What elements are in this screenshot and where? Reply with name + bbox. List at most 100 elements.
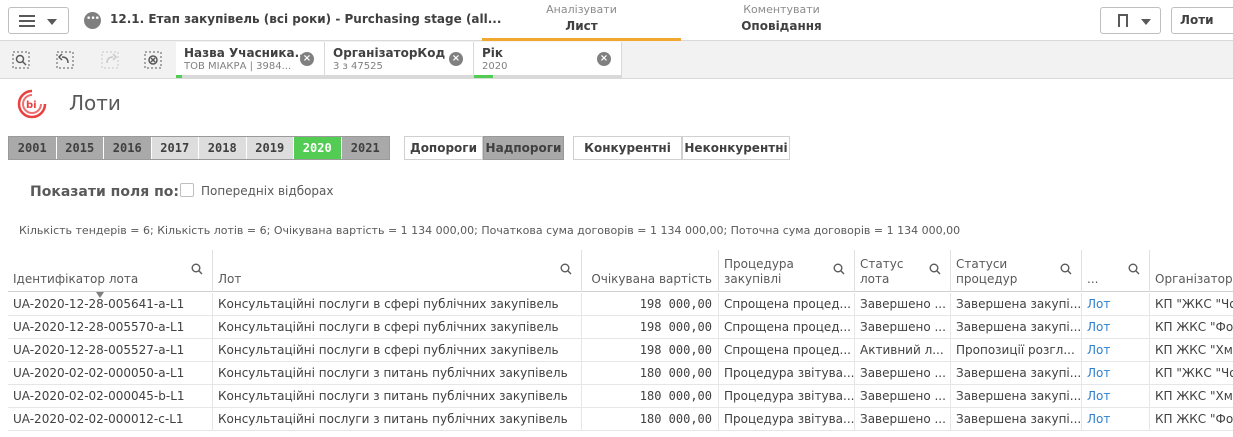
cell-procedure: Спрощена процед... — [719, 316, 855, 339]
cell-procedure-status: Завершена закупі... — [951, 408, 1082, 431]
table-row[interactable]: UA-2020-02-02-000050-a-L1 Консультаційні … — [8, 362, 1233, 385]
year-button[interactable]: 2018 — [199, 137, 247, 159]
cell-lot-id: UA-2020-02-02-000045-b-L1 — [8, 385, 213, 408]
cell-procedure: Процедура звітува... — [719, 362, 855, 385]
tab-comment-caption: Коментувати — [743, 3, 820, 16]
previous-selections-checkbox[interactable] — [180, 183, 194, 197]
navigation-menu-button[interactable] — [8, 7, 69, 34]
competitive-button[interactable]: Конкурентні — [573, 136, 682, 160]
column-header-organizer[interactable]: Організатор — [1150, 250, 1233, 292]
app-title[interactable]: 12.1. Етап закупівель (всі роки) - Purch… — [110, 12, 501, 26]
step-back-icon[interactable] — [56, 51, 74, 69]
close-icon[interactable]: × — [300, 52, 314, 66]
year-button[interactable]: 2020 — [294, 137, 342, 159]
year-button[interactable]: 2001 — [9, 137, 57, 159]
cell-expected-value: 198 000,00 — [582, 316, 719, 339]
selection-chip-title: Назва Учасника... — [184, 46, 309, 60]
sheets-button[interactable]: Лоти — [1171, 7, 1233, 34]
selection-state-bar — [474, 75, 621, 78]
smart-search-icon[interactable] — [12, 51, 30, 69]
column-header-label: ... — [1087, 272, 1099, 286]
close-icon[interactable]: × — [449, 52, 463, 66]
summary-text: Кількість тендерів = 6; Кількість лотів … — [19, 224, 961, 237]
cell-procedure: Процедура звітува... — [719, 408, 855, 431]
clear-all-selections-icon[interactable] — [144, 51, 162, 69]
cell-procedure: Процедура звітува... — [719, 385, 855, 408]
tab-comment-label: Оповідання — [741, 19, 822, 33]
threshold-below-button[interactable]: Допороги — [404, 136, 483, 160]
year-button[interactable]: 2021 — [341, 137, 389, 159]
column-header-expected-value[interactable]: Очікувана вартість — [582, 250, 719, 292]
table-row[interactable]: UA-2020-12-28-005570-a-L1 Консультаційні … — [8, 316, 1233, 339]
sheet-title: Лоти — [69, 91, 121, 115]
column-header-procedure[interactable]: Процедура закупівлі — [719, 250, 855, 292]
table-row[interactable]: UA-2020-12-28-005641-a-L1 Консультаційні … — [8, 293, 1233, 316]
search-icon[interactable] — [1128, 263, 1140, 275]
cell-lot-link[interactable]: Лот — [1082, 316, 1150, 339]
search-icon[interactable] — [191, 263, 203, 275]
threshold-filter: Допороги Надпороги — [404, 136, 564, 160]
cell-lot-id: UA-2020-12-28-005570-a-L1 — [8, 316, 213, 339]
previous-selections-label[interactable]: Попередніх відборах — [201, 184, 334, 198]
cell-lot-id: UA-2020-12-28-005527-a-L1 — [8, 339, 213, 362]
bookmark-icon — [1118, 14, 1128, 27]
year-button[interactable]: 2015 — [56, 137, 104, 159]
cell-lot-link[interactable]: Лот — [1082, 408, 1150, 431]
selection-state-fill — [474, 75, 494, 78]
column-header-lot[interactable]: Лот — [213, 250, 582, 292]
selection-chip-title: Рік — [482, 46, 504, 60]
selection-chip-participant[interactable]: Назва Учасника... ТОВ МІАКРА | 3984... × — [176, 42, 325, 78]
tab-comment[interactable]: Коментувати Оповідання — [682, 3, 881, 41]
search-icon[interactable] — [560, 263, 572, 275]
cell-lot: Консультаційні послуги з питань публічни… — [213, 362, 582, 385]
table-row[interactable]: UA-2020-02-02-000012-c-L1 Консультаційні … — [8, 408, 1233, 431]
column-header-procedure-statuses[interactable]: Статуси процедур — [951, 250, 1082, 292]
cell-lot-link[interactable]: Лот — [1082, 293, 1150, 316]
search-icon[interactable] — [1060, 263, 1072, 275]
threshold-above-button[interactable]: Надпороги — [483, 136, 564, 160]
close-icon[interactable]: × — [597, 52, 611, 66]
selection-chip-value: 3 з 47525 — [333, 61, 383, 72]
selection-chip-value: 2020 — [482, 61, 508, 72]
year-button[interactable]: 2017 — [151, 137, 199, 159]
column-header-link[interactable]: ... — [1082, 250, 1150, 292]
year-button[interactable]: 2016 — [104, 137, 152, 159]
cell-lot: Консультаційні послуги в сфері публічних… — [213, 339, 582, 362]
column-header-lot-status[interactable]: Статус лота — [855, 250, 951, 292]
selections-bar: Назва Учасника... ТОВ МІАКРА | 3984... ×… — [0, 41, 1233, 79]
noncompetitive-button[interactable]: Неконкурентні — [682, 136, 790, 160]
tab-analyze[interactable]: Аналізувати Лист — [482, 3, 681, 41]
selection-chip-organizer-code[interactable]: ОрганізаторКод 3 з 47525 × — [325, 42, 474, 78]
bookmark-button[interactable] — [1100, 7, 1161, 34]
selection-state-bar — [325, 75, 473, 78]
year-filter: 2001 2015 2016 2017 2018 2019 2020 2021 — [8, 136, 390, 160]
selection-state-fill — [176, 75, 182, 78]
cell-lot: Консультаційні послуги з питань публічни… — [213, 385, 582, 408]
cell-lot-link[interactable]: Лот — [1082, 362, 1150, 385]
step-forward-icon[interactable] — [101, 51, 119, 69]
cell-organizer: КП ЖКС "Фон — [1155, 412, 1233, 426]
tab-analyze-label: Лист — [565, 19, 598, 33]
cell-lot-status: Завершено ... — [855, 408, 951, 431]
cell-lot-link[interactable]: Лот — [1082, 339, 1150, 362]
selection-chip-year[interactable]: Рік 2020 × — [474, 42, 622, 78]
search-icon[interactable] — [929, 263, 941, 275]
show-fields-label: Показати поля по: — [30, 184, 179, 200]
cell-lot-status: Активний л... — [855, 339, 951, 362]
cell-procedure-status: Завершена закупі... — [951, 293, 1082, 316]
cell-lot: Консультаційні послуги з питань публічни… — [213, 408, 582, 431]
table-row[interactable]: UA-2020-02-02-000045-b-L1 Консультаційні … — [8, 385, 1233, 408]
column-header-label: Процедура закупівлі — [724, 257, 794, 286]
cell-lot-link[interactable]: Лот — [1082, 385, 1150, 408]
search-icon[interactable] — [833, 263, 845, 275]
chevron-down-icon — [1141, 19, 1151, 25]
top-toolbar: ••• 12.1. Етап закупівель (всі роки) - P… — [0, 0, 1233, 41]
bi-logo: bi — [16, 88, 48, 120]
year-button[interactable]: 2019 — [246, 137, 294, 159]
column-header-lot-id[interactable]: Ідентифікатор лота — [8, 250, 213, 292]
cell-organizer: КП ЖКС "Хме — [1155, 389, 1233, 403]
column-header-label: Ідентифікатор лота — [13, 272, 139, 286]
table-row[interactable]: UA-2020-12-28-005527-a-L1 Консультаційні … — [8, 339, 1233, 362]
column-header-label: Статус лота — [860, 257, 904, 286]
svg-text:bi: bi — [26, 100, 37, 111]
